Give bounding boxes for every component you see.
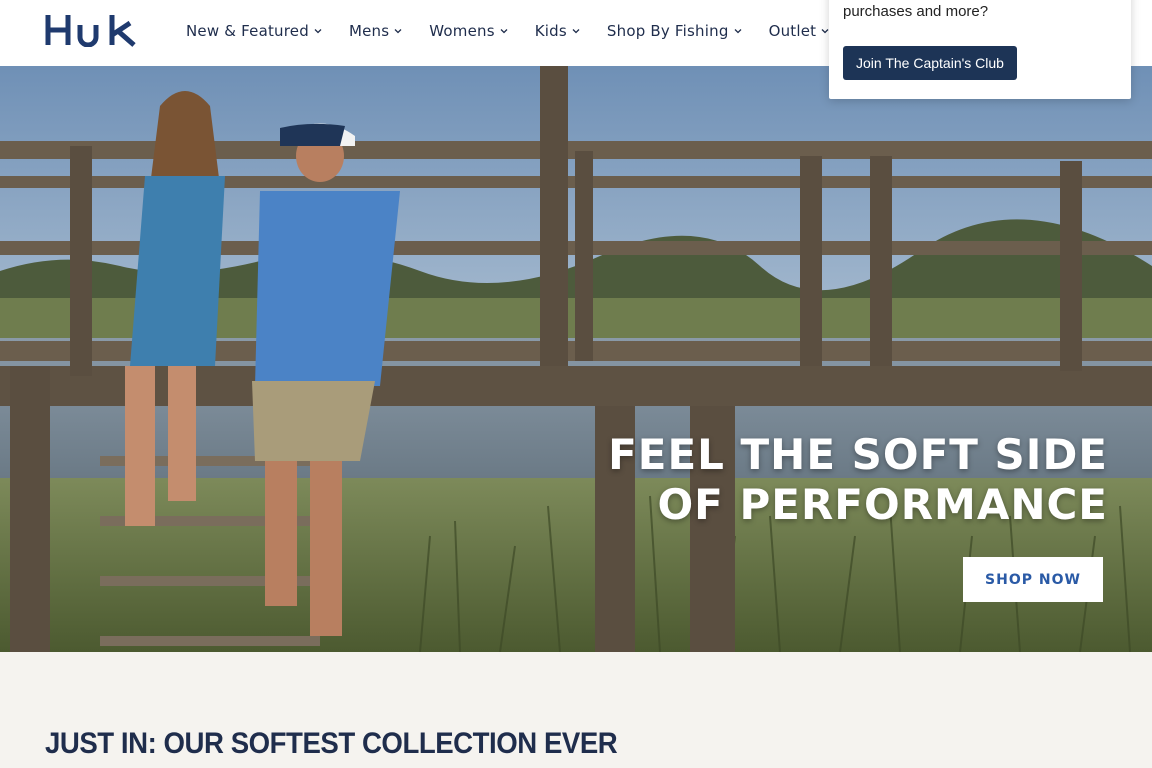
nav-item-label: Womens: [429, 22, 495, 40]
huk-logo[interactable]: [44, 13, 150, 48]
hero-headline-line-1: FEEL THE SOFT SIDE: [608, 430, 1108, 479]
section-title: JUST IN: OUR SOFTEST COLLECTION EVER: [45, 727, 618, 760]
chevron-down-icon: [572, 29, 580, 34]
chevron-down-icon: [500, 29, 508, 34]
nav-item-womens[interactable]: Womens: [429, 22, 508, 40]
popup-text: purchases and more?: [843, 3, 989, 20]
chevron-down-icon: [394, 29, 402, 34]
join-captains-club-button[interactable]: Join The Captain's Club: [843, 46, 1017, 80]
nav-item-label: Mens: [348, 22, 390, 40]
nav-item-label: Shop By Fishing: [606, 22, 729, 40]
chevron-down-icon: [314, 29, 322, 34]
hero-headline-line-2: OF PERFORMANCE: [657, 480, 1108, 529]
nav-item-mens[interactable]: Mens: [349, 22, 402, 40]
captains-club-popup: purchases and more? Join The Captain's C…: [829, 0, 1131, 99]
nav-item-label: New & Featured: [186, 22, 309, 40]
nav-item-outlet[interactable]: Outlet: [769, 22, 830, 40]
hero-banner[interactable]: FEEL THE SOFT SIDE OF PERFORMANCE SHOP N…: [0, 66, 1152, 652]
nav-item-label: Outlet: [768, 22, 817, 40]
main-nav: New & Featured Mens Womens Kids Shop By …: [186, 0, 856, 62]
collection-section: JUST IN: OUR SOFTEST COLLECTION EVER: [0, 652, 1152, 768]
nav-item-new-featured[interactable]: New & Featured: [186, 22, 322, 40]
shop-now-button[interactable]: SHOP NOW: [963, 557, 1103, 602]
nav-item-kids[interactable]: Kids: [535, 22, 580, 40]
hero-headline: FEEL THE SOFT SIDE OF PERFORMANCE: [608, 430, 1108, 530]
nav-item-shop-by-fishing[interactable]: Shop By Fishing: [607, 22, 742, 40]
nav-item-label: Kids: [534, 22, 567, 40]
chevron-down-icon: [734, 29, 742, 34]
